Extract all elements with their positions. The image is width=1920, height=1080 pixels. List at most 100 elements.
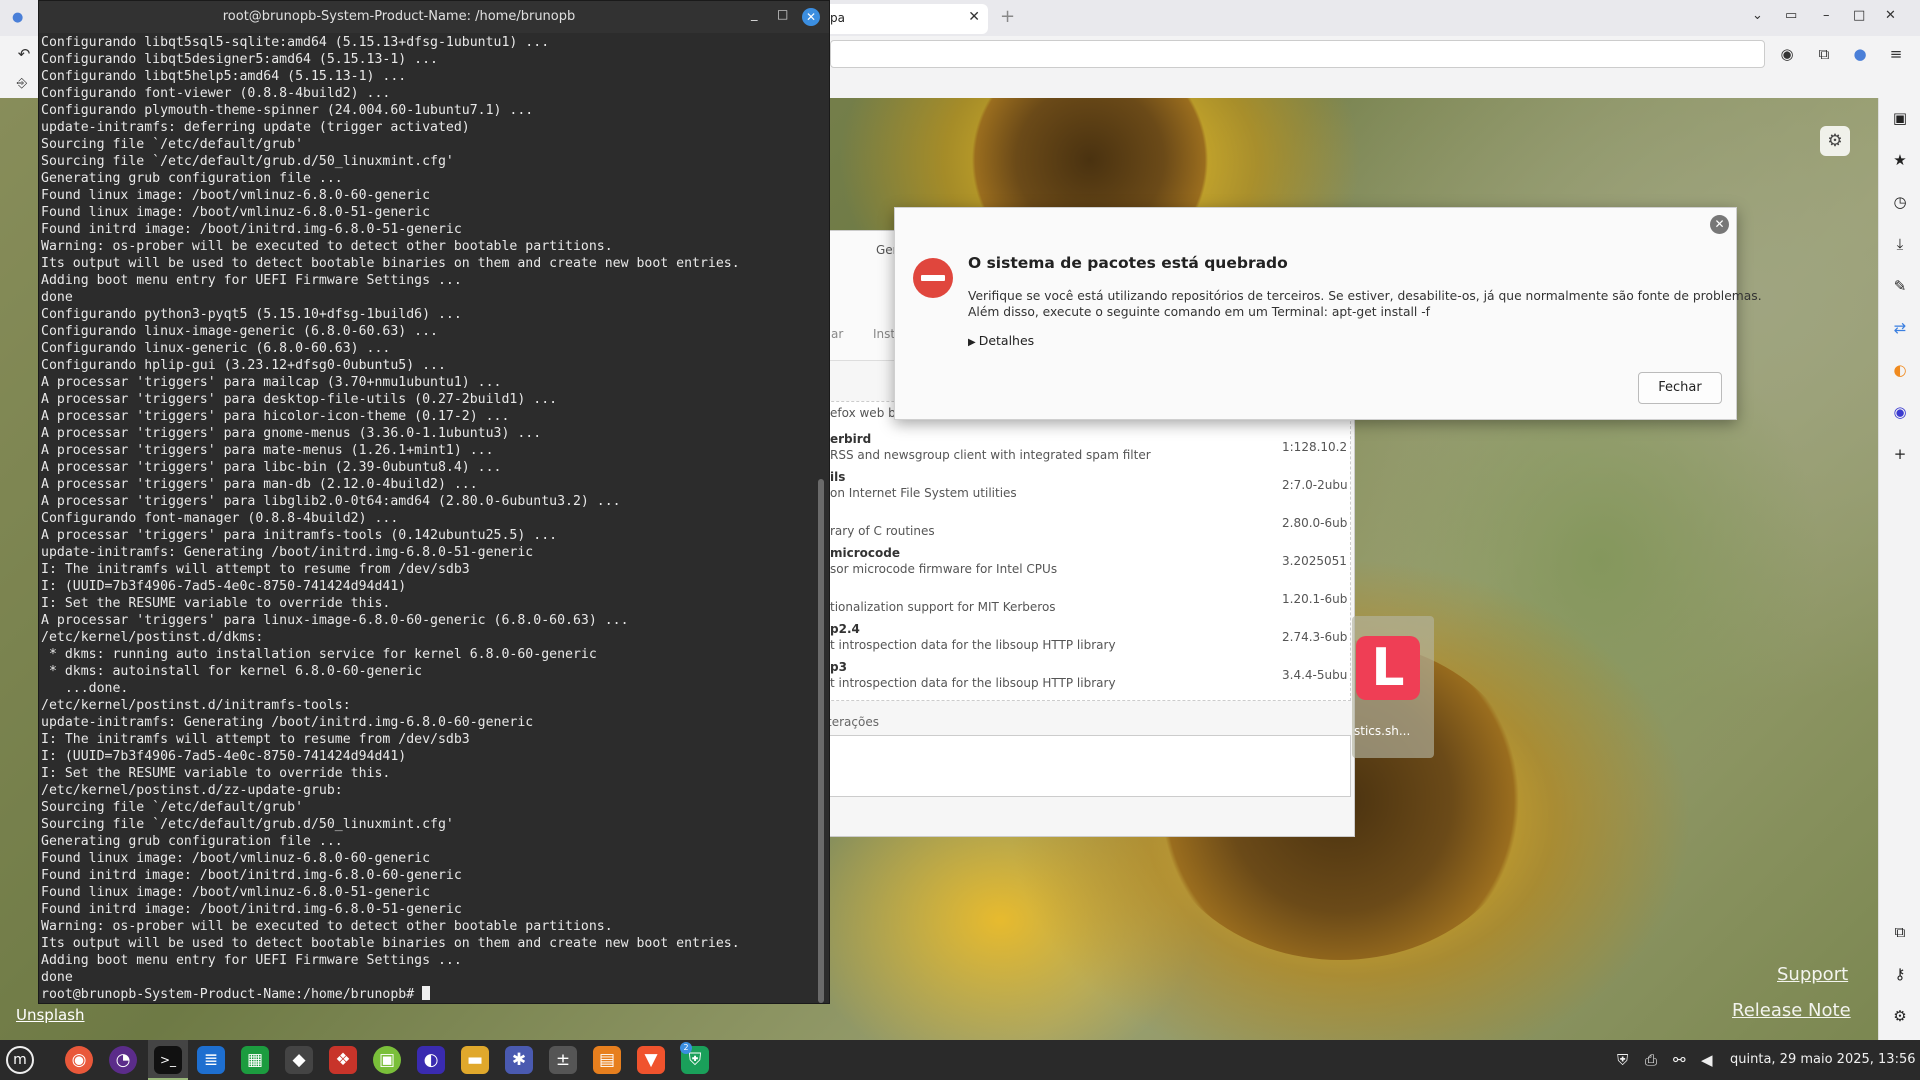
sign-in-icon[interactable]: ⎆: [12, 74, 32, 94]
terminal-window[interactable]: root@brunopb-System-Product-Name: /home/…: [38, 0, 830, 1004]
app-icon[interactable]: ◐: [417, 1046, 445, 1074]
app-icon[interactable]: ◉: [1890, 402, 1910, 422]
terminal-line: update-initramfs: deferring update (trig…: [41, 120, 470, 135]
support-link[interactable]: Support: [1777, 964, 1848, 985]
history-icon[interactable]: ◷: [1890, 192, 1910, 212]
terminal-line: A processar 'triggers' para gnome-menus …: [41, 426, 542, 441]
volume-icon[interactable]: ◀: [1701, 1051, 1713, 1069]
table-row[interactable]: microcode sor microcode firmware for Int…: [782, 546, 1352, 584]
url-bar[interactable]: [830, 40, 1765, 68]
table-row[interactable]: rary of C routines 2.80.0-6ub: [782, 508, 1352, 546]
firefox-icon[interactable]: ◉: [65, 1046, 93, 1074]
release-notes-link[interactable]: Release Note: [1732, 1000, 1851, 1021]
close-icon[interactable]: ✕: [968, 9, 980, 25]
terminal-line: Configurando libqt5designer5:amd64 (5.15…: [41, 52, 438, 67]
back-arrow-icon[interactable]: ↶: [14, 44, 34, 64]
close-icon[interactable]: ✕: [802, 8, 820, 26]
terminal-line: I: (UUID=7b3f4906-7ad5-4e0c-8750-741424d…: [41, 579, 407, 594]
terminal-icon[interactable]: >_: [154, 1046, 182, 1074]
terminal-line: Warning: os-prober will be executed to d…: [41, 919, 613, 934]
writer-icon[interactable]: ≣: [197, 1046, 225, 1074]
calculator-icon[interactable]: ±: [549, 1046, 577, 1074]
terminal-line: update-initramfs: Generating /boot/initr…: [41, 715, 534, 730]
terminal-line: A processar 'triggers' para libc-bin (2.…: [41, 460, 502, 475]
changes-textbox[interactable]: [821, 735, 1351, 797]
desktop-icon[interactable]: L stics.sh...: [1352, 616, 1434, 758]
app-icon[interactable]: ❖: [329, 1046, 357, 1074]
terminal-line: Sourcing file `/etc/default/grub.d/50_li…: [41, 817, 454, 832]
table-row[interactable]: p2.4 t introspection data for the libsou…: [782, 622, 1352, 660]
close-button[interactable]: Fechar: [1638, 372, 1722, 404]
minimize-icon[interactable]: _: [751, 7, 758, 22]
gear-icon[interactable]: ⚙: [1820, 126, 1850, 156]
terminal-line: A processar 'triggers' para hicolor-icon…: [41, 409, 510, 424]
brave-icon[interactable]: ▼: [637, 1046, 665, 1074]
app-icon[interactable]: ▤: [593, 1046, 621, 1074]
chevron-down-icon[interactable]: ⌄: [1752, 8, 1763, 23]
app-icon[interactable]: ✱: [505, 1046, 533, 1074]
clock[interactable]: quinta, 29 maio 2025, 13:56: [1730, 1052, 1916, 1067]
files-icon[interactable]: ▬: [461, 1046, 489, 1074]
table-row[interactable]: ils on Internet File System utilities 2:…: [782, 470, 1352, 508]
calc-icon[interactable]: ▦: [241, 1046, 269, 1074]
terminal-line: Configurando plymouth-theme-spinner (24.…: [41, 103, 534, 118]
mint-menu-icon[interactable]: m: [6, 1046, 34, 1074]
download-icon[interactable]: ⤓: [1890, 234, 1910, 254]
tab-installed[interactable]: Inst: [873, 327, 895, 341]
menu-icon[interactable]: ≡: [1886, 44, 1906, 64]
maximize-icon[interactable]: □: [1853, 8, 1865, 23]
error-icon: [913, 258, 953, 298]
changes-label: terações: [827, 715, 879, 729]
shield-icon[interactable]: ⛨: [1617, 1051, 1628, 1069]
table-row[interactable]: tionalization support for MIT Kerberos 1…: [782, 584, 1352, 622]
terminal-line: Found initrd image: /boot/initrd.img-6.8…: [41, 902, 462, 917]
terminal-line: Generating grub configuration file ...: [41, 834, 343, 849]
extensions-icon[interactable]: ⧉: [1814, 44, 1834, 64]
tab-overview-icon[interactable]: ▭: [1785, 8, 1797, 23]
terminal-line: * dkms: running auto installation servic…: [41, 647, 597, 662]
network-icon[interactable]: ⚯: [1673, 1051, 1686, 1069]
new-tab-button[interactable]: +: [1000, 6, 1015, 27]
browser-tab[interactable]: pa ✕: [820, 4, 988, 34]
app-icon[interactable]: ◆: [285, 1046, 313, 1074]
details-expander[interactable]: ▶ Detalhes: [968, 333, 1034, 348]
key-icon[interactable]: ⚷: [1890, 964, 1910, 984]
printer-icon[interactable]: ⎙: [1645, 1051, 1657, 1069]
minimize-icon[interactable]: –: [1823, 8, 1830, 23]
tab-partial[interactable]: ar: [831, 327, 843, 341]
close-icon[interactable]: ✕: [1885, 8, 1896, 23]
table-row[interactable]: erbird RSS and newsgroup client with int…: [782, 432, 1352, 470]
table-row[interactable]: p3 t introspection data for the libsoup …: [782, 660, 1352, 698]
unsplash-link[interactable]: Unsplash: [16, 1006, 85, 1024]
terminal-line: I: Set the RESUME variable to override t…: [41, 596, 391, 611]
terminal-line: Configurando linux-generic (6.8.0-60.63)…: [41, 341, 391, 356]
terminal-line: A processar 'triggers' para desktop-file…: [41, 392, 558, 407]
translate-icon[interactable]: ⇄: [1890, 318, 1910, 338]
terminal-line: done: [41, 290, 73, 305]
app-icon[interactable]: ◔: [109, 1046, 137, 1074]
terminal-line: /etc/kernel/postinst.d/initramfs-tools:: [41, 698, 351, 713]
profile-icon[interactable]: ●: [1850, 44, 1870, 64]
terminal-line: I: The initramfs will attempt to resume …: [41, 562, 470, 577]
terminal-prompt-line[interactable]: root@brunopb-System-Product-Name:/home/b…: [41, 986, 811, 1003]
close-icon[interactable]: ✕: [1710, 215, 1729, 234]
terminal-output[interactable]: Configurando libqt5sql5-sqlite:amd64 (5.…: [41, 34, 811, 1004]
panel-icon[interactable]: ⧉: [1890, 922, 1910, 942]
pencil-icon[interactable]: ✎: [1890, 276, 1910, 296]
scrollbar[interactable]: [818, 479, 824, 1003]
app-icon[interactable]: ◐: [1890, 360, 1910, 380]
account-icon[interactable]: ◉: [1777, 44, 1797, 64]
terminal-line: Configurando font-manager (0.8.8-4build2…: [41, 511, 399, 526]
terminal-line: /etc/kernel/postinst.d/zz-update-grub:: [41, 783, 343, 798]
terminal-line: update-initramfs: Generating /boot/initr…: [41, 545, 534, 560]
star-icon[interactable]: ★: [1890, 150, 1910, 170]
browser-sidebar: ▣ ★ ◷ ⤓ ✎ ⇄ ◐ ◉ + ⧉ ⚷ ⚙: [1878, 98, 1920, 1040]
add-icon[interactable]: +: [1890, 444, 1910, 464]
terminal-line: Configurando font-viewer (0.8.8-4build2)…: [41, 86, 391, 101]
maximize-icon[interactable]: □: [777, 7, 788, 21]
terminal-prompt: root@brunopb-System-Product-Name:/home/b…: [41, 987, 423, 1002]
terminal-titlebar[interactable]: root@brunopb-System-Product-Name: /home/…: [39, 1, 829, 33]
briefcase-icon[interactable]: ▣: [1890, 108, 1910, 128]
settings-icon[interactable]: ⚙: [1890, 1006, 1910, 1026]
app-icon[interactable]: ▣: [373, 1046, 401, 1074]
